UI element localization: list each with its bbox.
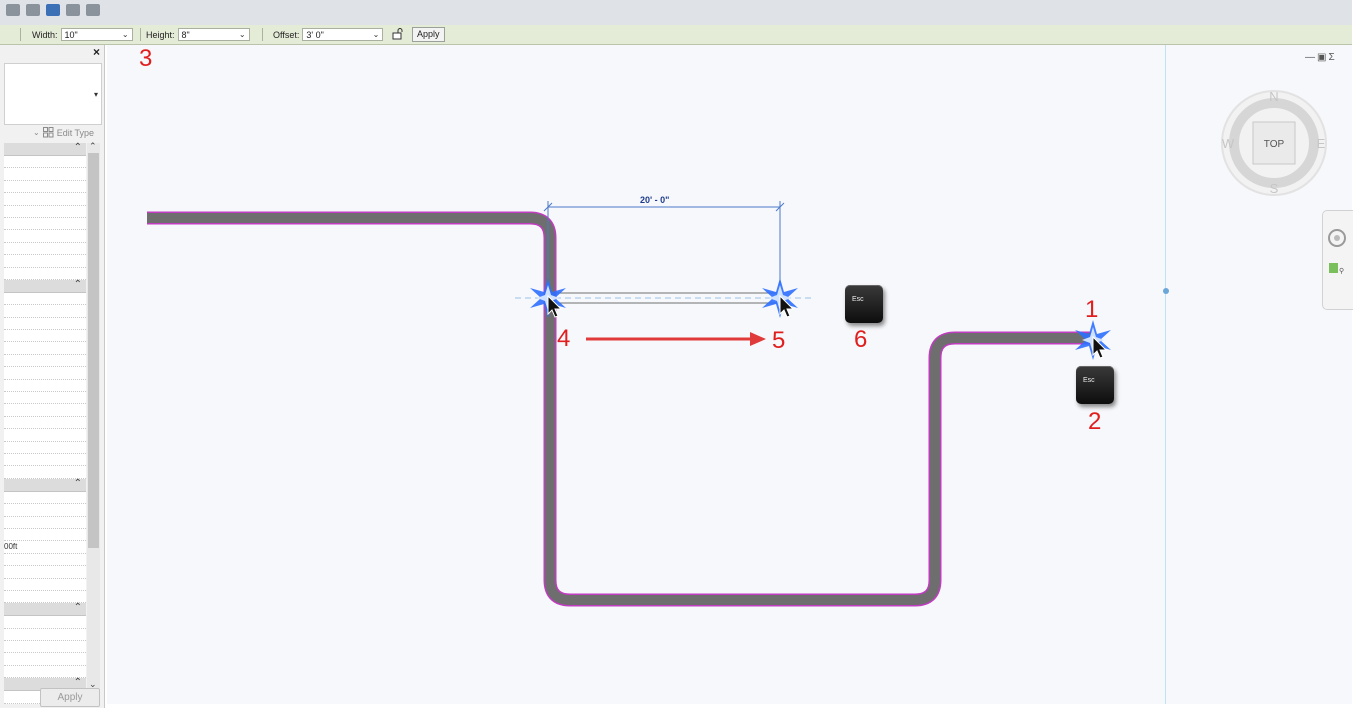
view-cube-top-label: TOP (1264, 139, 1285, 150)
revit-window: Width: 10" ⌄ Height: 8" ⌄ Offset: 3' 0" … (0, 0, 1353, 708)
step-2-callout: 2 (1088, 408, 1102, 435)
compass-east-label[interactable]: E (1317, 136, 1326, 151)
compass-west-label[interactable]: W (1222, 136, 1235, 151)
esc-key-icon: Esc (845, 285, 883, 323)
temporary-dimension[interactable] (543, 201, 785, 296)
esc-key-icon: Esc (1076, 366, 1114, 404)
step-3-callout: 3 (139, 45, 153, 72)
esc-key-label: Esc (1083, 377, 1095, 384)
dimension-value[interactable]: 20' - 0" (640, 195, 669, 205)
drawing-overlay: TOP N S E W (147, 89, 1327, 607)
compass-north-label[interactable]: N (1269, 89, 1278, 104)
duct-run[interactable] (147, 211, 1095, 607)
compass-south-label[interactable]: S (1270, 181, 1279, 196)
step-6-callout: 6 (854, 326, 868, 353)
view-cube[interactable]: TOP N S E W (1221, 89, 1327, 196)
step-5-callout: 5 (772, 327, 786, 354)
step-1-callout: 1 (1085, 296, 1099, 323)
direction-arrow (586, 332, 766, 346)
step-4-callout: 4 (557, 325, 571, 352)
esc-key-label: Esc (852, 296, 864, 303)
